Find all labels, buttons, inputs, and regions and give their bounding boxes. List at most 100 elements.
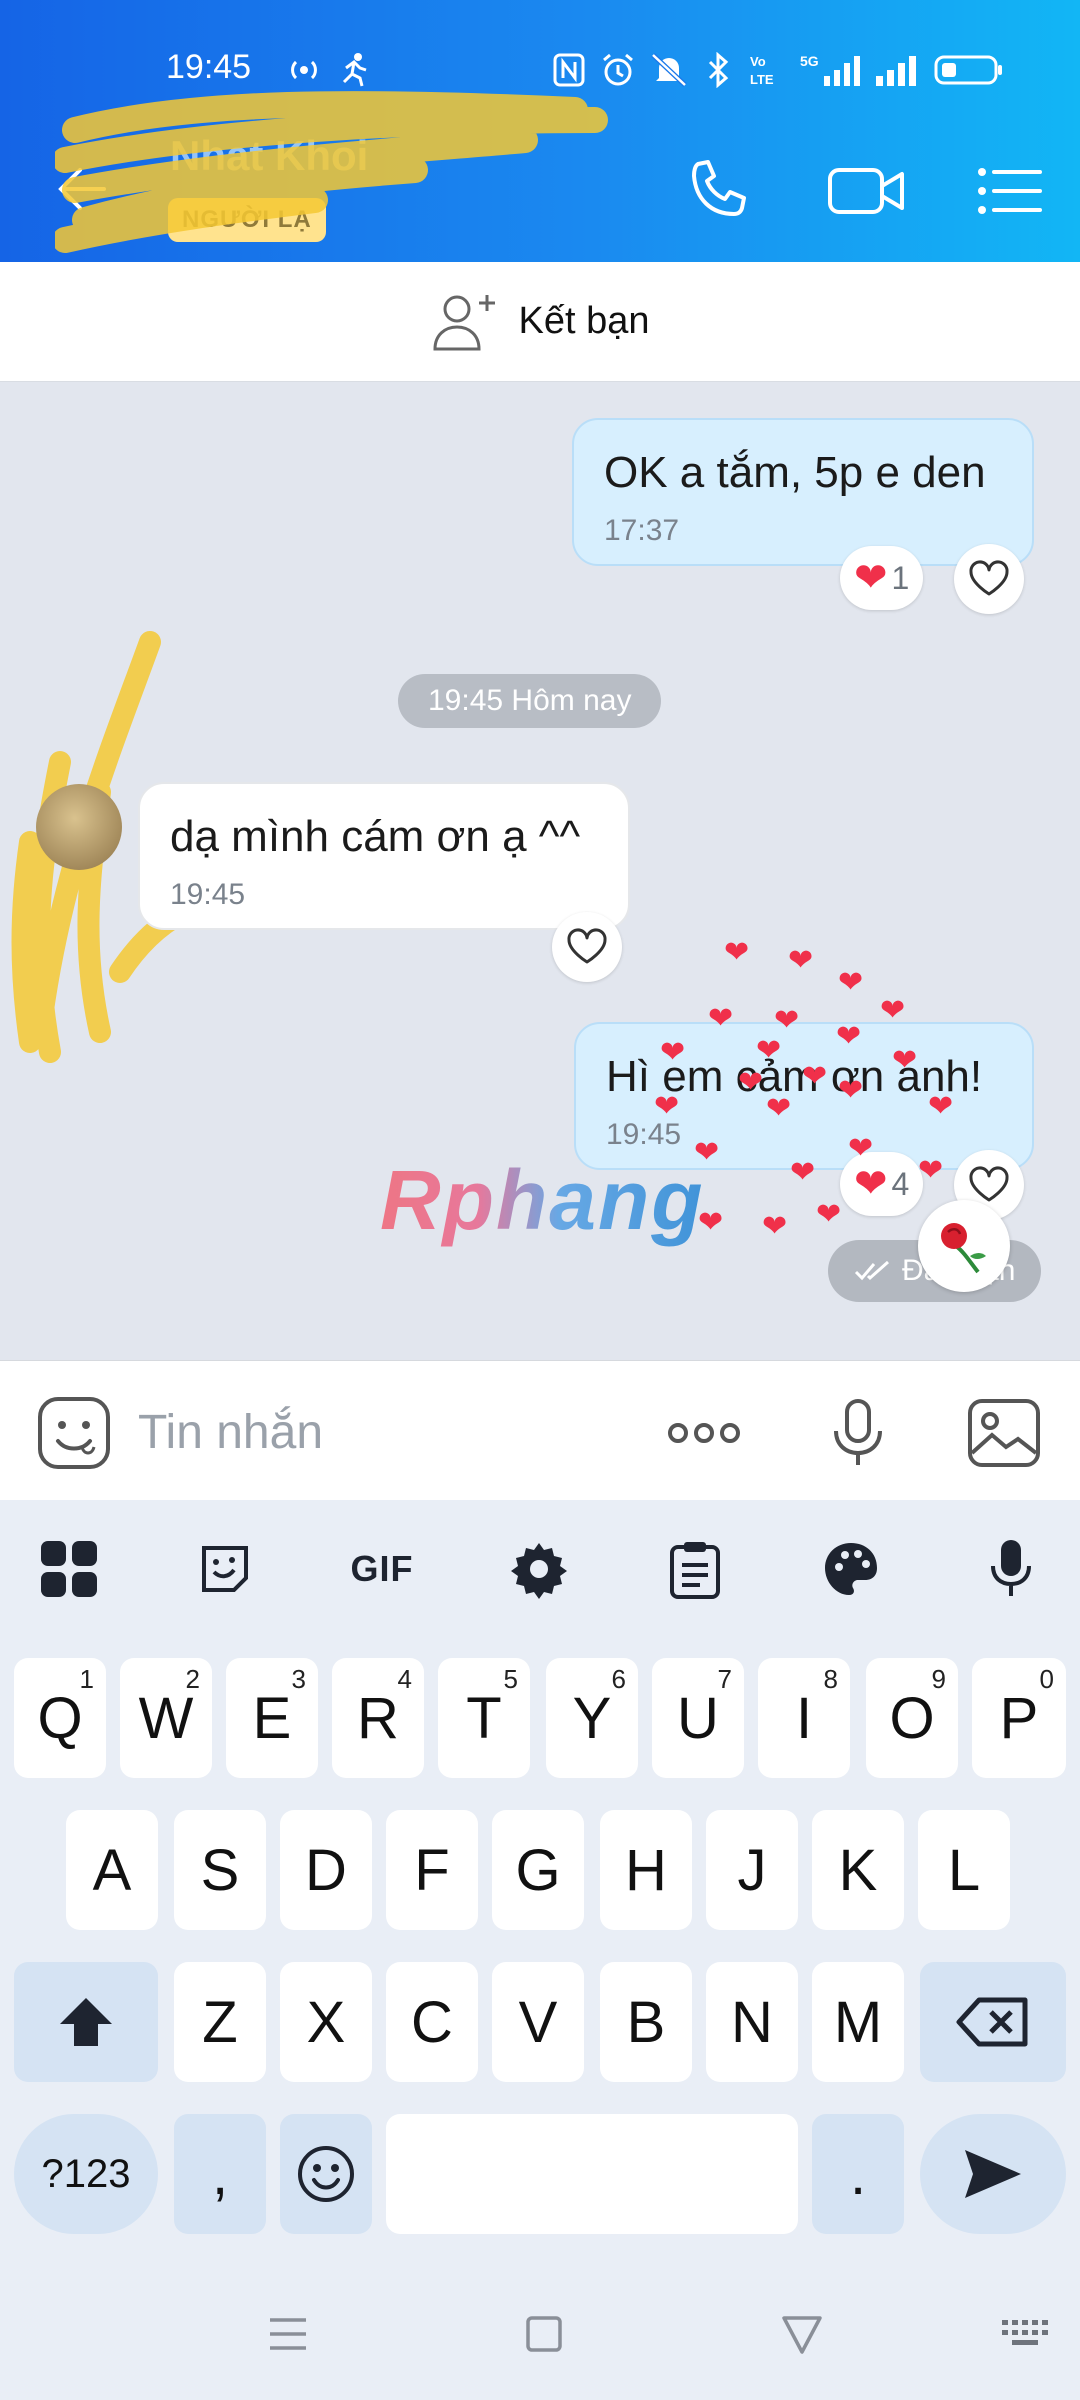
key-y[interactable]: Y6 bbox=[546, 1658, 638, 1778]
heart-reaction-icon: ❤ bbox=[854, 556, 888, 600]
keyboard-hide-icon[interactable] bbox=[1000, 2310, 1052, 2358]
back-nav-icon[interactable] bbox=[778, 2310, 826, 2358]
comma-key[interactable]: , bbox=[174, 2114, 266, 2234]
more-options-icon[interactable] bbox=[664, 1395, 744, 1471]
voice-input-icon[interactable] bbox=[978, 1536, 1044, 1602]
heart-reaction-icon: ❤ bbox=[854, 1162, 888, 1206]
floating-heart-icon: ❤ bbox=[762, 1210, 788, 1243]
heart-outline-icon bbox=[969, 1166, 1009, 1202]
back-arrow-icon[interactable] bbox=[52, 158, 114, 220]
signal-5g-icon: 5G bbox=[800, 53, 860, 86]
menu-list-icon[interactable] bbox=[972, 154, 1046, 228]
theme-palette-icon[interactable] bbox=[818, 1536, 884, 1602]
chat-area[interactable]: OK a tắm, 5p e den 17:37 ❤ 1 19:45 Hôm n… bbox=[0, 382, 1080, 1360]
heart-outline-icon bbox=[567, 928, 607, 964]
image-gallery-icon[interactable] bbox=[966, 1395, 1042, 1471]
message-bubble-outgoing[interactable]: OK a tắm, 5p e den 17:37 bbox=[572, 418, 1034, 566]
smiley-icon bbox=[298, 2146, 354, 2202]
top-bar: 19:45 Vo LTE 5G Nhat Khoi NGƯỜI LẠ bbox=[0, 0, 1080, 262]
key-j[interactable]: J bbox=[706, 1810, 798, 1930]
hotspot-icon bbox=[291, 60, 317, 80]
nfc-icon bbox=[553, 53, 585, 87]
contact-avatar[interactable] bbox=[36, 784, 122, 870]
floating-heart-icon: ❤ bbox=[892, 1044, 918, 1077]
system-nav-bar bbox=[0, 2270, 1080, 2400]
rose-sticker-icon[interactable] bbox=[918, 1200, 1010, 1292]
react-heart-button[interactable] bbox=[954, 544, 1024, 614]
emoji-key[interactable] bbox=[280, 2114, 372, 2234]
key-f[interactable]: F bbox=[386, 1810, 478, 1930]
key-o[interactable]: O9 bbox=[866, 1658, 958, 1778]
date-separator: 19:45 Hôm nay bbox=[398, 674, 662, 728]
svg-text:LTE: LTE bbox=[750, 72, 774, 87]
emoji-sticker-icon[interactable] bbox=[36, 1395, 112, 1471]
message-time: 19:45 bbox=[170, 878, 246, 911]
watermark-logo: Rphang bbox=[380, 1153, 705, 1247]
sticker-icon[interactable] bbox=[192, 1536, 258, 1602]
phone-icon[interactable] bbox=[682, 154, 756, 228]
video-call-icon[interactable] bbox=[826, 154, 908, 228]
reaction-count-pill[interactable]: ❤ 1 bbox=[840, 546, 924, 610]
gif-icon[interactable]: GIF bbox=[344, 1536, 420, 1602]
key-q[interactable]: Q1 bbox=[14, 1658, 106, 1778]
message-input[interactable]: Tin nhắn bbox=[138, 1405, 323, 1460]
heart-outline-icon bbox=[969, 560, 1009, 596]
message-text: dạ mình cám ơn ạ ^^ bbox=[170, 812, 581, 861]
floating-heart-icon: ❤ bbox=[838, 1074, 864, 1107]
contact-name[interactable]: Nhat Khoi bbox=[170, 132, 368, 180]
key-p[interactable]: P0 bbox=[972, 1658, 1066, 1778]
backspace-key[interactable] bbox=[920, 1962, 1066, 2082]
key-v[interactable]: V bbox=[492, 1962, 584, 2082]
key-u[interactable]: U7 bbox=[652, 1658, 744, 1778]
key-k[interactable]: K bbox=[812, 1810, 904, 1930]
add-friend-bar[interactable]: Kết bạn bbox=[0, 262, 1080, 382]
clipboard-icon[interactable] bbox=[662, 1536, 728, 1602]
send-key[interactable] bbox=[920, 2114, 1066, 2234]
key-x[interactable]: X bbox=[280, 1962, 372, 2082]
key-a[interactable]: A bbox=[66, 1810, 158, 1930]
floating-heart-icon: ❤ bbox=[816, 1198, 842, 1231]
key-b[interactable]: B bbox=[600, 1962, 692, 2082]
key-d[interactable]: D bbox=[280, 1810, 372, 1930]
key-i[interactable]: I8 bbox=[758, 1658, 850, 1778]
key-m[interactable]: M bbox=[812, 1962, 904, 2082]
apps-grid-icon[interactable] bbox=[36, 1536, 102, 1602]
running-icon bbox=[342, 53, 367, 87]
floating-heart-icon: ❤ bbox=[838, 966, 864, 999]
settings-gear-icon[interactable] bbox=[506, 1536, 572, 1602]
chat-header: Nhat Khoi NGƯỜI LẠ bbox=[0, 118, 1080, 262]
key-h[interactable]: H bbox=[600, 1810, 692, 1930]
key-s[interactable]: S bbox=[174, 1810, 266, 1930]
key-w[interactable]: W2 bbox=[120, 1658, 212, 1778]
menu-nav-icon[interactable] bbox=[264, 2310, 312, 2358]
message-bubble-incoming[interactable]: dạ mình cám ơn ạ ^^ 19:45 bbox=[138, 782, 630, 930]
message-time: 19:45 bbox=[606, 1118, 682, 1151]
floating-heart-icon: ❤ bbox=[802, 1060, 828, 1093]
key-e[interactable]: E3 bbox=[226, 1658, 318, 1778]
backspace-icon bbox=[956, 1997, 1028, 2047]
floating-heart-icon: ❤ bbox=[660, 1036, 686, 1069]
key-z[interactable]: Z bbox=[174, 1962, 266, 2082]
home-nav-icon[interactable] bbox=[520, 2310, 568, 2358]
symbols-key[interactable]: ?123 bbox=[14, 2114, 158, 2234]
key-n[interactable]: N bbox=[706, 1962, 798, 2082]
microphone-icon[interactable] bbox=[820, 1395, 896, 1471]
reaction-count: 4 bbox=[891, 1165, 910, 1202]
send-arrow-icon bbox=[965, 2150, 1021, 2198]
status-bar: 19:45 Vo LTE 5G bbox=[0, 0, 1080, 118]
keyboard: GIF Q1 W2 E3 R4 T5 Y6 U7 I8 O9 P0 A S D … bbox=[0, 1500, 1080, 2400]
key-r[interactable]: R4 bbox=[332, 1658, 424, 1778]
message-bubble-outgoing[interactable]: Hì em cảm ơn anh! 19:45 bbox=[574, 1022, 1034, 1170]
svg-text:5G: 5G bbox=[800, 53, 819, 69]
period-key[interactable]: . bbox=[812, 2114, 904, 2234]
shift-key[interactable] bbox=[14, 1962, 158, 2082]
space-bar[interactable] bbox=[386, 2114, 798, 2234]
message-text: OK a tắm, 5p e den bbox=[604, 448, 986, 497]
floating-heart-icon: ❤ bbox=[708, 1002, 734, 1035]
key-l[interactable]: L bbox=[918, 1810, 1010, 1930]
react-heart-button[interactable] bbox=[552, 912, 622, 982]
floating-heart-icon: ❤ bbox=[836, 1020, 862, 1053]
key-t[interactable]: T5 bbox=[438, 1658, 530, 1778]
key-c[interactable]: C bbox=[386, 1962, 478, 2082]
key-g[interactable]: G bbox=[492, 1810, 584, 1930]
